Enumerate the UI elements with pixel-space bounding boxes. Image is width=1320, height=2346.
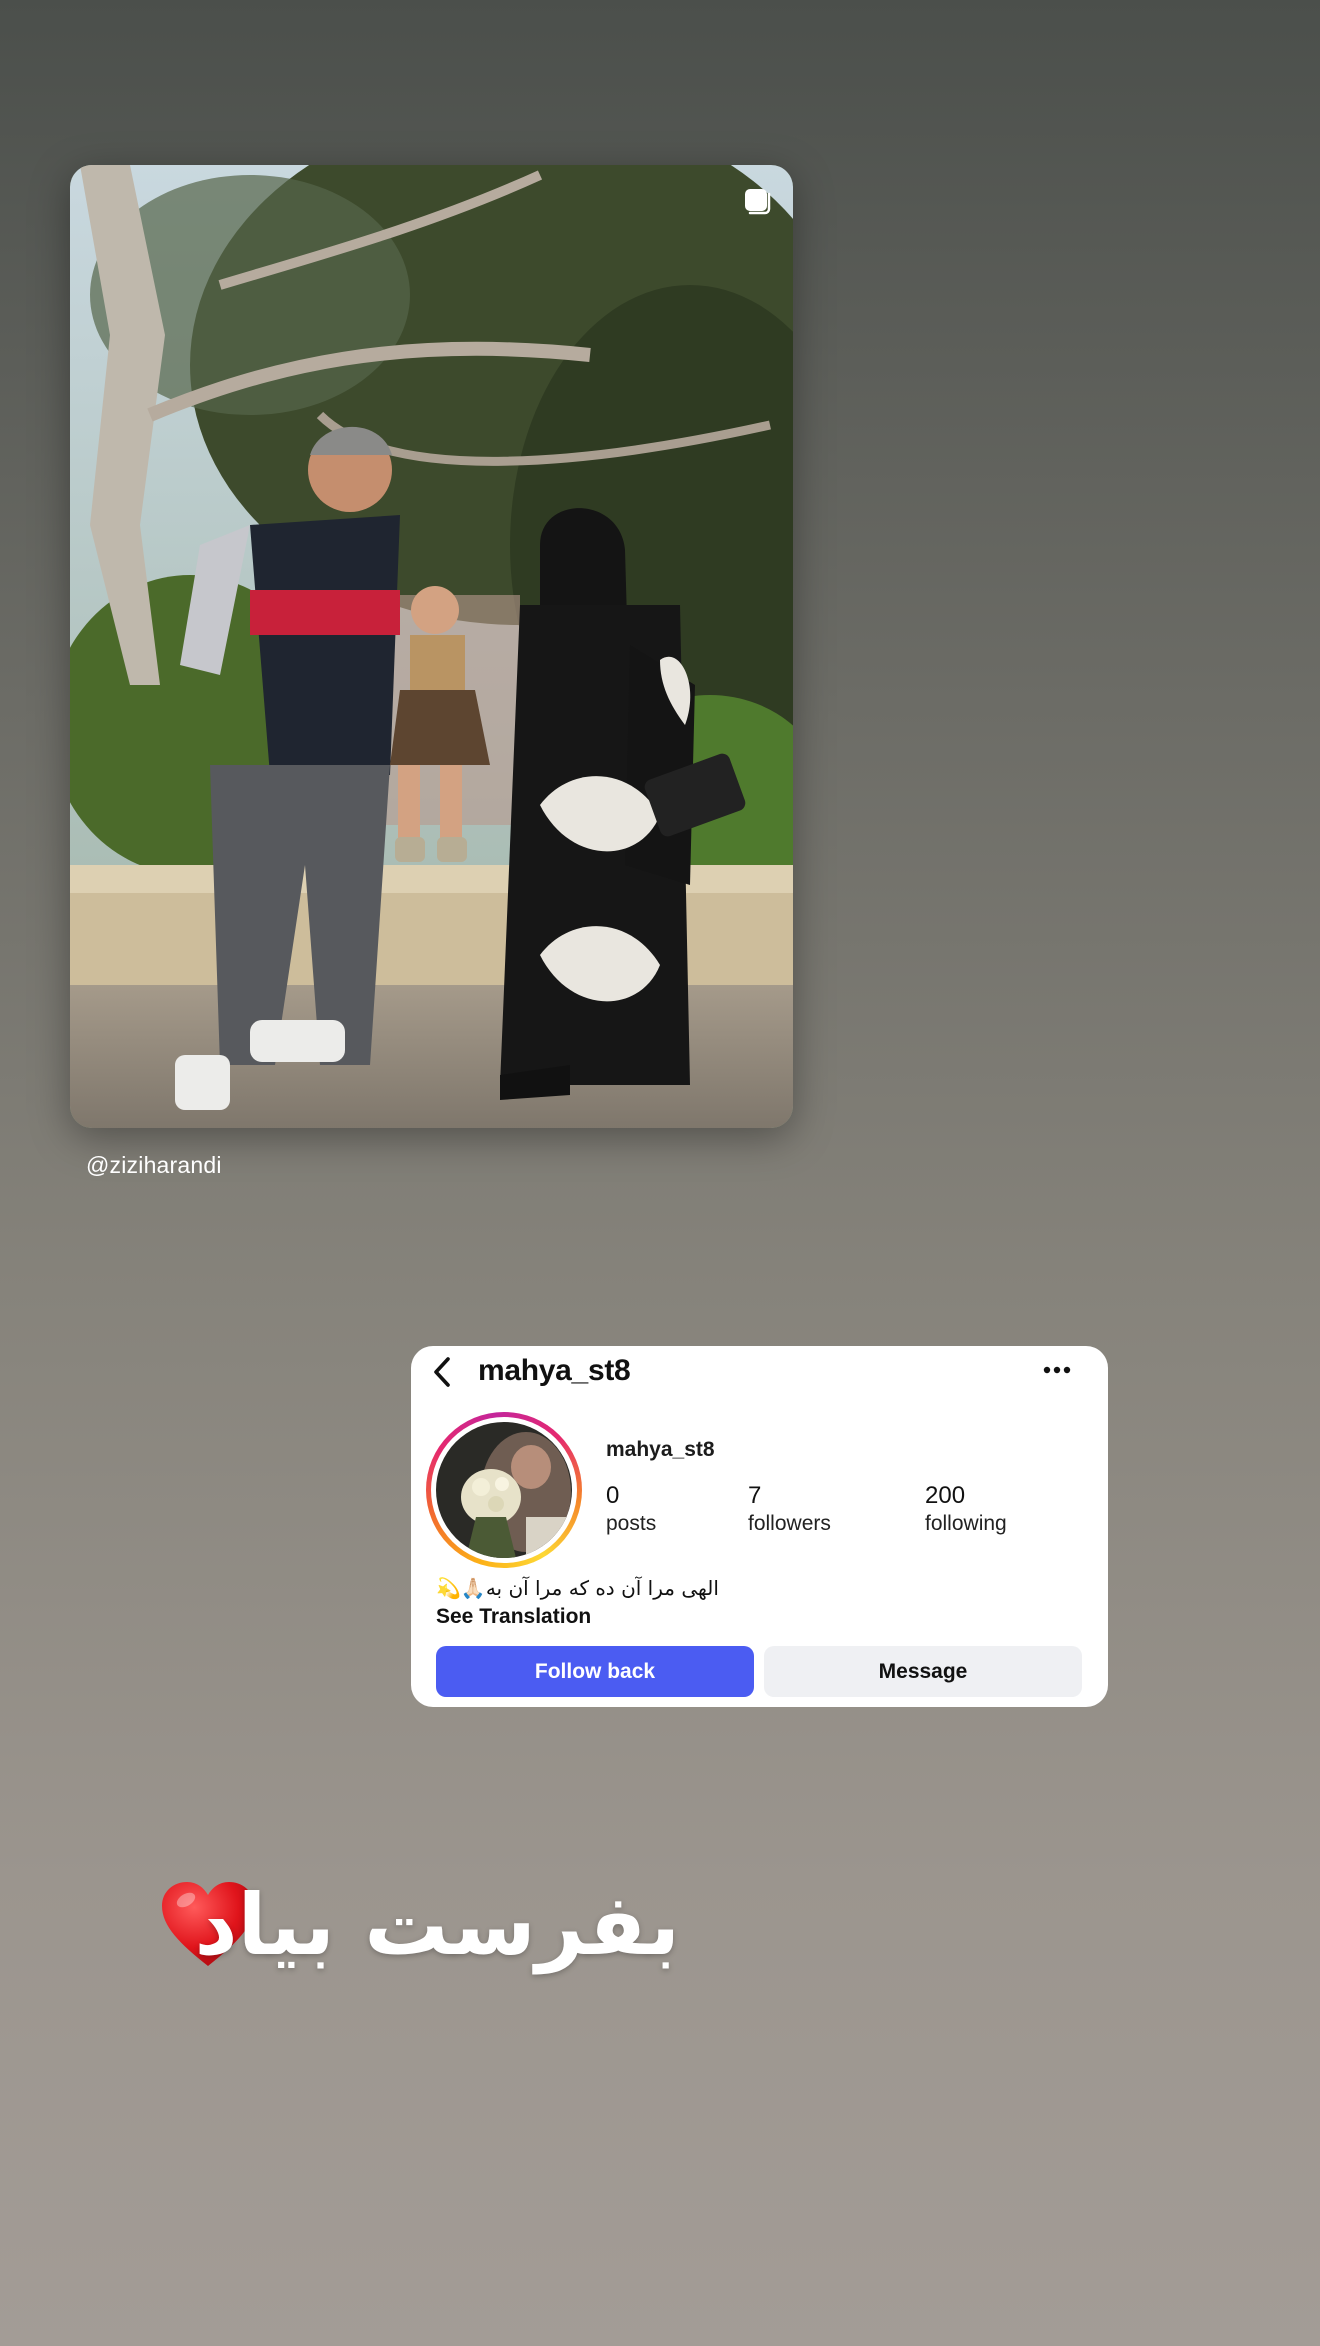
- see-translation-link[interactable]: See Translation: [436, 1605, 591, 1629]
- more-options-icon[interactable]: [1042, 1364, 1072, 1376]
- posts-count: 0: [606, 1482, 620, 1509]
- followers-label: followers: [748, 1512, 831, 1535]
- chevron-left-icon[interactable]: [429, 1355, 455, 1389]
- profile-header: mahya_st8: [411, 1346, 1108, 1398]
- shared-post-card[interactable]: [70, 165, 793, 1128]
- followers-count: 7: [748, 1482, 762, 1509]
- following-label: following: [925, 1512, 1007, 1535]
- stat-followers[interactable]: 7 followers: [748, 1482, 831, 1536]
- post-credit-username[interactable]: @ziziharandi: [86, 1152, 222, 1179]
- message-button[interactable]: Message: [764, 1646, 1082, 1697]
- avatar-story-ring[interactable]: [426, 1412, 582, 1568]
- posts-label: posts: [606, 1512, 657, 1535]
- follow-back-button[interactable]: Follow back: [436, 1646, 754, 1697]
- stat-following[interactable]: 200 following: [925, 1482, 1007, 1536]
- profile-bio: 💫🙏🏻الهی مرا آن ده که مرا آن به: [436, 1576, 719, 1600]
- header-username: mahya_st8: [478, 1354, 631, 1387]
- following-count: 200: [925, 1482, 966, 1509]
- carousel-square-icon: [745, 189, 771, 215]
- avatar: [436, 1422, 572, 1558]
- stat-posts[interactable]: 0 posts: [606, 1482, 656, 1536]
- profile-card[interactable]: mahya_st8 mahya_st8 0 posts 7 followers …: [411, 1346, 1108, 1707]
- post-photo: [70, 165, 793, 1128]
- story-caption: بفرست بیاد: [160, 1870, 680, 1980]
- caption-text: بفرست بیاد: [194, 1876, 680, 1974]
- profile-name: mahya_st8: [606, 1438, 715, 1461]
